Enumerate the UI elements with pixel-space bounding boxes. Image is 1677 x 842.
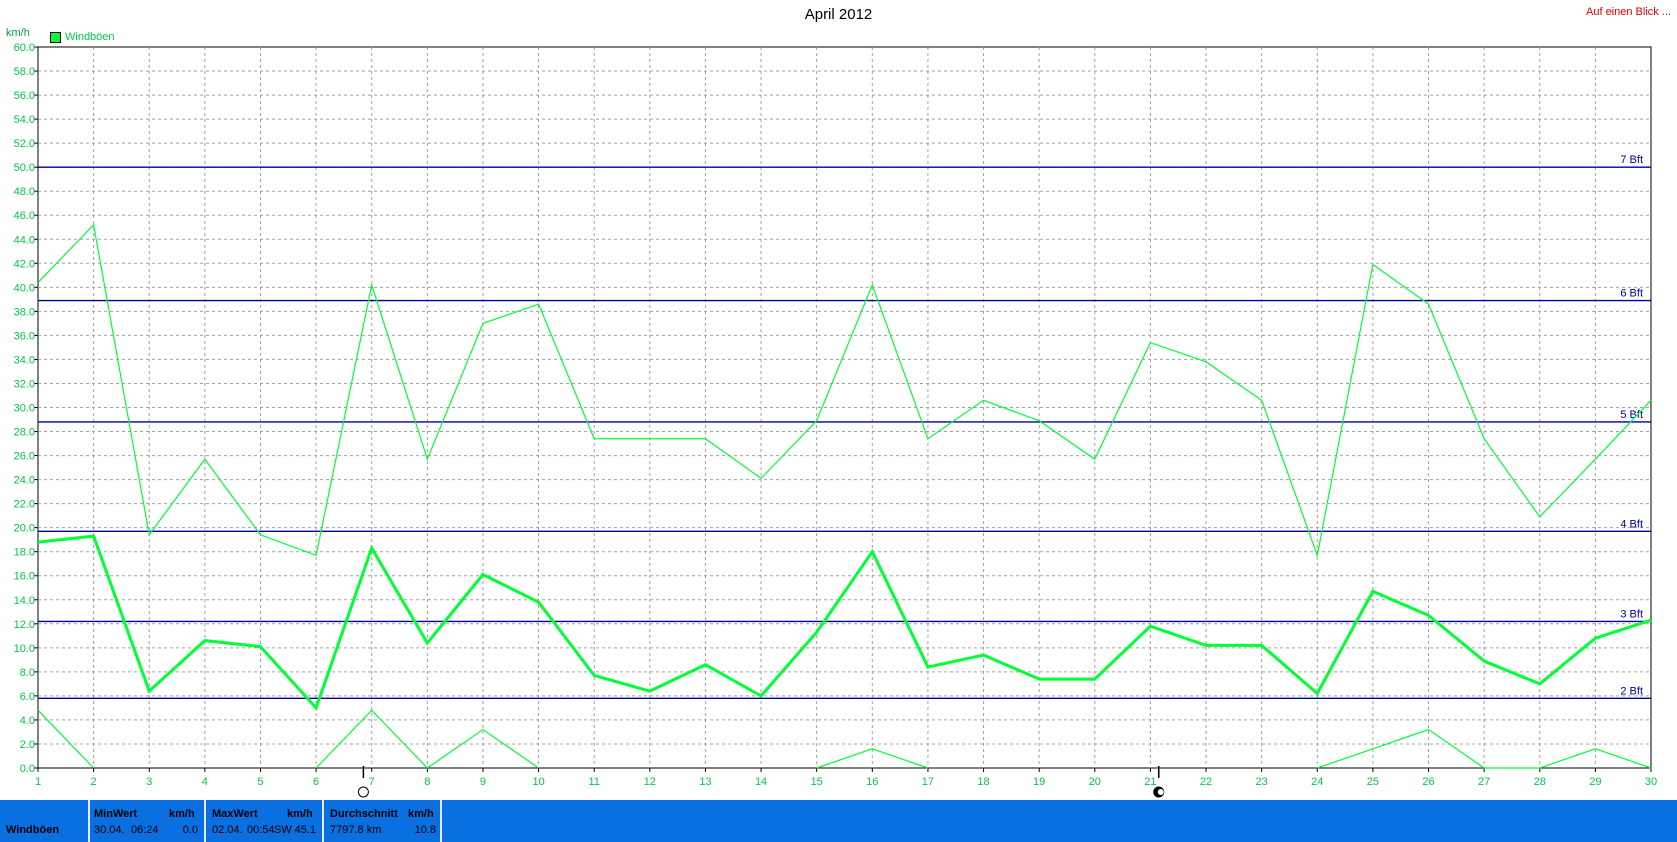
summary-row-label: Windböen [6,824,60,836]
x-tick-label: 19 [1033,776,1045,788]
x-tick-label: 13 [699,776,711,788]
y-tick-label: 10.0 [14,643,35,655]
x-tick-label: 11 [588,776,599,788]
x-tick-label: 1 [35,776,41,788]
x-tick-label: 7 [369,776,375,788]
y-tick-label: 60.0 [14,42,35,54]
legend-label: Windböen [65,31,115,43]
max-unit: km/h [287,808,313,820]
y-tick-label: 16.0 [14,571,35,583]
x-tick-label: 23 [1256,776,1268,788]
avg-label: Durchschnitt [330,808,398,820]
x-tick-label: 6 [313,776,319,788]
y-tick-label: 12.0 [14,619,35,631]
y-tick-label: 20.0 [14,523,35,535]
y-tick-label: 22.0 [14,499,35,511]
overview-link[interactable]: Auf einen Blick ... [1586,6,1671,18]
x-tick-label: 9 [480,776,486,788]
x-tick-label: 3 [146,776,152,788]
x-tick-label: 28 [1534,776,1546,788]
x-tick-label: 4 [202,776,208,788]
y-tick-label: 0.0 [20,763,35,775]
y-tick-label: 42.0 [14,258,35,270]
x-tick-label: 30 [1645,776,1657,788]
y-axis-unit: km/h [6,27,30,39]
x-tick-label: 25 [1367,776,1379,788]
x-tick-label: 18 [977,776,989,788]
y-tick-label: 32.0 [14,378,35,390]
min-label: MinWert [94,808,138,820]
y-tick-label: 28.0 [14,427,35,439]
x-tick-label: 29 [1589,776,1601,788]
legend-swatch [50,31,61,43]
y-tick-label: 30.0 [14,403,35,415]
legend: Windböen [50,31,115,43]
x-tick-label: 12 [644,776,656,788]
x-tick-label: 15 [811,776,823,788]
x-tick-label: 16 [866,776,878,788]
x-tick-label: 8 [424,776,430,788]
avg-distance: 7797.8 km [330,824,382,836]
y-tick-label: 50.0 [14,162,35,174]
max-time: 00:54 [247,824,275,836]
x-tick-label: 22 [1200,776,1212,788]
x-tick-label: 14 [755,776,767,788]
avg-value: 10.8 [414,824,436,836]
summary-divider [322,800,324,842]
y-tick-label: 2.0 [20,739,35,751]
max-date: 02.04. [212,824,243,836]
beaufort-label: 2 Bft [1620,685,1643,697]
y-tick-label: 14.0 [14,595,35,607]
beaufort-label: 6 Bft [1620,288,1643,300]
y-tick-label: 18.0 [14,547,35,559]
beaufort-label: 3 Bft [1620,608,1643,620]
y-tick-label: 48.0 [14,186,35,198]
min-value: 0.0 [182,824,198,836]
y-tick-label: 52.0 [14,138,35,150]
min-unit: km/h [169,808,195,820]
summary-divider [88,800,90,842]
x-tick-label: 10 [532,776,544,788]
y-tick-label: 38.0 [14,306,35,318]
y-tick-label: 24.0 [14,475,35,487]
y-tick-label: 40.0 [14,282,35,294]
y-tick-label: 56.0 [14,90,35,102]
moon-crescent-mark [1157,789,1164,795]
y-tick-label: 8.0 [20,667,35,679]
x-tick-label: 27 [1478,776,1490,788]
beaufort-label: 4 Bft [1620,518,1643,530]
summary-divider [440,800,442,842]
min-time: 06:24 [131,824,159,836]
summary-divider [204,800,206,842]
min-date: 30.04. [94,824,125,836]
y-tick-label: 54.0 [14,114,35,126]
y-tick-label: 26.0 [14,451,35,463]
x-tick-label: 5 [257,776,263,788]
beaufort-label: 7 Bft [1620,154,1643,166]
y-tick-label: 4.0 [20,715,35,727]
y-tick-label: 46.0 [14,210,35,222]
x-tick-label: 26 [1422,776,1434,788]
y-tick-label: 34.0 [14,354,35,366]
y-tick-label: 36.0 [14,330,35,342]
x-tick-label: 24 [1311,776,1323,788]
y-tick-label: 58.0 [14,66,35,78]
chart-title: April 2012 [804,6,873,23]
avg-unit: km/h [408,808,434,820]
y-tick-label: 44.0 [14,234,35,246]
beaufort-label: 5 Bft [1620,409,1643,421]
x-tick-label: 17 [922,776,934,788]
x-tick-label: 2 [91,776,97,788]
y-tick-label: 6.0 [20,691,35,703]
max-value: 45.1 [294,824,316,836]
x-tick-label: 20 [1089,776,1101,788]
full-moon-icon [357,786,369,798]
chart-canvas: 0.0 2.0 4.0 6.0 8.0 10.0 12.0 14.0 16.0 18.0 20.0 2… [14,42,1657,798]
summary-bar: Windböen MinWert km/h 30.04. 06:24 0.0 M… [0,800,1677,842]
x-tick-label: 21 [1144,776,1156,788]
max-label: MaxWert [212,808,258,820]
